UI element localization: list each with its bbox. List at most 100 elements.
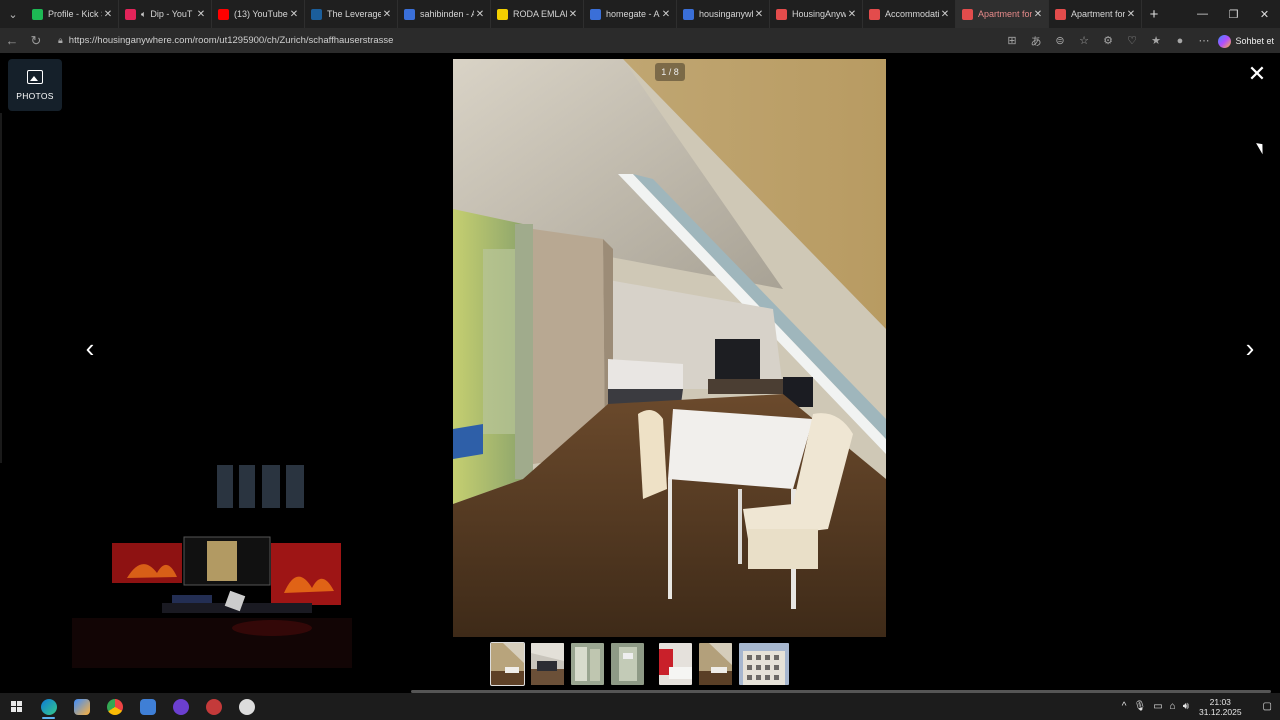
taskbar-copilot[interactable] — [65, 693, 98, 720]
microphone-icon[interactable]: 🎙︎ — [1133, 701, 1146, 712]
browser-tab-7[interactable]: homegate - Ar ✕ — [584, 0, 677, 28]
thumbnail-7[interactable] — [739, 643, 789, 685]
tab-close-icon[interactable]: ✕ — [660, 9, 672, 20]
start-button[interactable] — [0, 701, 32, 712]
photos-label: PHOTOS — [16, 90, 54, 101]
thumbnail-1[interactable] — [490, 642, 525, 686]
thumbnail-strip — [490, 642, 796, 686]
favorite-star-icon[interactable]: ☆ — [1072, 34, 1096, 47]
network-icon[interactable]: ⌂ — [1170, 701, 1176, 712]
more-menu-icon[interactable]: ⋯ — [1192, 34, 1216, 47]
copilot-label: Sohbet et — [1235, 36, 1274, 46]
tab-close-icon[interactable]: ✕ — [567, 9, 579, 20]
tab-close-icon[interactable]: ✕ — [1125, 9, 1137, 20]
tab-close-icon[interactable]: ✕ — [846, 9, 858, 20]
youtube-icon — [218, 8, 229, 20]
tab-bar: ⌄ Profile - Kick St✕🔈︎Dip - YouT✕(13) Yo… — [0, 0, 1280, 28]
speaker-icon[interactable]: 🔈︎ — [141, 9, 146, 20]
browser-tab-10[interactable]: Accommodati ✕ — [863, 0, 956, 28]
s-icon — [497, 8, 508, 20]
browser-tab-4[interactable]: The Leverage G✕ — [305, 0, 398, 28]
taskbar-app-6[interactable] — [197, 693, 230, 720]
search-icon — [683, 8, 694, 20]
taskbar-chrome[interactable] — [98, 693, 131, 720]
tab-close-icon[interactable]: ✕ — [381, 9, 393, 20]
browser-tab-9[interactable]: HousingAnyw ✕ — [770, 0, 863, 28]
tab-close-icon[interactable]: ✕ — [939, 9, 951, 20]
display-icon[interactable]: ▭ — [1153, 701, 1162, 712]
refresh-icon[interactable]: ↻ — [24, 33, 48, 49]
chevron-left-icon[interactable]: ‹ — [80, 335, 100, 361]
tab-title: Profile - Kick St — [48, 9, 102, 19]
page-edge — [0, 113, 2, 463]
browser-tab-12[interactable]: Apartment for ✕ — [1049, 0, 1142, 28]
window-controls: — ❐ ✕ — [1187, 0, 1280, 28]
app-purple-icon — [172, 698, 189, 715]
browser-essentials-icon[interactable]: ♡ — [1120, 34, 1144, 47]
thumbnail-3[interactable] — [571, 643, 604, 685]
housinganywhere-icon — [1055, 8, 1066, 20]
reader-icon[interactable]: ⊜ — [1048, 34, 1072, 47]
browser-tab-11[interactable]: Apartment for ✕ — [956, 0, 1049, 28]
thumbnail-2[interactable] — [531, 643, 564, 685]
thumbnail-4[interactable] — [611, 643, 644, 685]
tab-actions-menu-icon[interactable]: ⌄ — [0, 0, 26, 28]
browser-tab-3[interactable]: (13) YouTube ✕ — [212, 0, 305, 28]
housinganywhere-icon — [962, 8, 973, 20]
search-icon — [590, 8, 601, 20]
image-icon — [27, 69, 43, 84]
browser-tab-1[interactable]: Profile - Kick St✕ — [26, 0, 119, 28]
main-photo[interactable] — [453, 59, 886, 637]
clock[interactable]: 21:03 31.12.2025 — [1199, 697, 1242, 717]
toolbar-icons: ⊞ あ ⊜ ☆ ⚙ ♡ ★ ● ⋯ — [1000, 28, 1216, 53]
tab-close-icon[interactable]: ✕ — [288, 9, 300, 20]
back-icon[interactable]: ← — [0, 33, 24, 48]
tab-title: Apartment for — [978, 9, 1032, 19]
tab-close-icon[interactable]: ✕ — [102, 9, 114, 20]
steam-icon — [311, 8, 322, 20]
clock-time: 21:03 — [1209, 696, 1231, 707]
app-white-icon — [238, 698, 255, 715]
app-available-icon[interactable]: ⊞ — [1000, 34, 1024, 47]
taskbar-app-4[interactable] — [131, 693, 164, 720]
taskbar-app-5[interactable] — [164, 693, 197, 720]
browser-tab-5[interactable]: sahibinden - Ar✕ — [398, 0, 491, 28]
thumbnail-5[interactable] — [659, 643, 692, 685]
taskbar-edge[interactable] — [32, 693, 65, 720]
browser-tab-8[interactable]: housinganywh ✕ — [677, 0, 770, 28]
tab-title: Accommodati — [885, 9, 939, 19]
edge-icon — [40, 698, 57, 715]
photo-viewer: PHOTOS 1 / 8 ✕ ‹ › — [0, 53, 1280, 693]
new-tab-button[interactable]: + — [1142, 6, 1166, 23]
kick-icon — [32, 8, 43, 20]
chrome-icon — [106, 698, 123, 715]
minimize-icon[interactable]: — — [1187, 0, 1218, 28]
url-field[interactable]: 🔒︎ https://housinganywhere.com/room/ut12… — [52, 31, 1002, 50]
chevron-right-icon[interactable]: › — [1240, 335, 1260, 361]
tab-close-icon[interactable]: ✕ — [1032, 9, 1044, 20]
tab-title: RODA EMLAKÇ — [513, 9, 567, 19]
favorites-icon[interactable]: ★ — [1144, 34, 1168, 47]
thumbnail-6[interactable] — [699, 643, 732, 685]
copilot-icon — [1218, 34, 1232, 48]
tab-strip: Profile - Kick St✕🔈︎Dip - YouT✕(13) YouT… — [26, 0, 1142, 28]
tab-close-icon[interactable]: ✕ — [474, 9, 486, 20]
close-icon[interactable]: ✕ — [1246, 63, 1268, 85]
copilot-button[interactable]: Sohbet et — [1218, 32, 1274, 50]
tray-chevron-icon[interactable]: ^ — [1122, 701, 1127, 712]
extensions-icon[interactable]: ⚙ — [1096, 34, 1120, 47]
browser-tab-2[interactable]: 🔈︎ Dip - YouT ✕ — [119, 0, 212, 28]
close-window-icon[interactable]: ✕ — [1249, 0, 1280, 28]
taskbar-app-7[interactable] — [230, 693, 263, 720]
tab-close-icon[interactable]: ✕ — [753, 9, 765, 20]
tab-title: homegate - Ar — [606, 9, 660, 19]
profile-avatar[interactable]: ● — [1168, 35, 1192, 47]
notification-icon[interactable]: ▢ — [1263, 701, 1272, 712]
browser-tab-6[interactable]: RODA EMLAKÇ✕ — [491, 0, 584, 28]
tab-title: Dip - YouT — [150, 9, 193, 19]
restore-icon[interactable]: ❐ — [1218, 0, 1249, 28]
photos-button[interactable]: PHOTOS — [8, 59, 62, 111]
tab-close-icon[interactable]: ✕ — [195, 9, 207, 20]
volume-icon[interactable]: 🔊︎ — [1183, 701, 1189, 712]
translate-icon[interactable]: あ — [1024, 33, 1048, 49]
